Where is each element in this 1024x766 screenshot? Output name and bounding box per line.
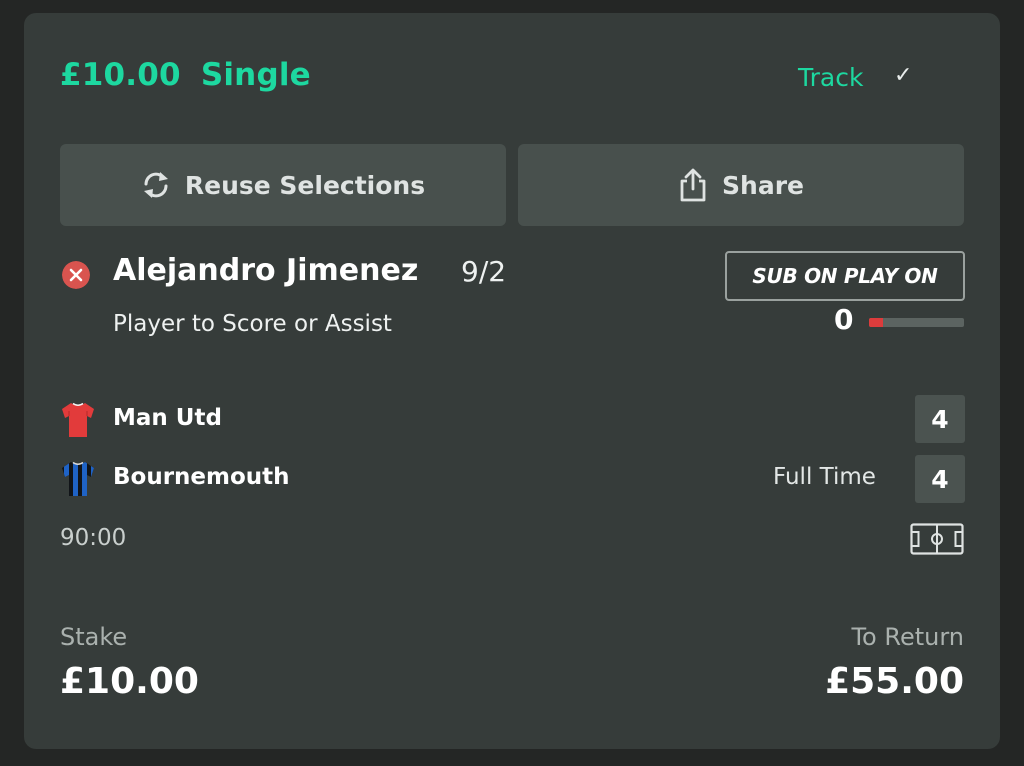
home-team-name: Man Utd bbox=[113, 405, 222, 431]
close-icon bbox=[62, 261, 90, 289]
away-score: 4 bbox=[915, 455, 965, 503]
away-team-name: Bournemouth bbox=[113, 464, 290, 490]
sub-on-play-on-badge[interactable]: SUB ON PLAY ON bbox=[725, 251, 965, 301]
progress-count: 0 bbox=[834, 303, 854, 336]
track-button[interactable]: Track bbox=[798, 63, 863, 92]
share-button[interactable]: Share bbox=[518, 144, 964, 226]
progress-bar bbox=[869, 318, 964, 327]
kit-striped-blue-black-icon bbox=[62, 461, 94, 496]
bet-title: £10.00 Single bbox=[60, 57, 311, 93]
bet-stake-amount: £10.00 bbox=[60, 57, 181, 93]
check-icon: ✓ bbox=[894, 63, 913, 88]
to-return-value: £55.00 bbox=[825, 661, 964, 702]
market-name: Player to Score or Assist bbox=[113, 311, 392, 337]
reuse-selections-button[interactable]: Reuse Selections bbox=[60, 144, 506, 226]
match-clock: 90:00 bbox=[60, 525, 127, 551]
kit-red-icon bbox=[62, 402, 94, 437]
progress-fill bbox=[869, 318, 884, 327]
stake-label: Stake bbox=[60, 623, 128, 651]
match-status: Full Time bbox=[773, 464, 876, 490]
refresh-icon bbox=[143, 172, 168, 198]
stake-value: £10.00 bbox=[60, 661, 199, 702]
selection-name: Alejandro Jimenez bbox=[113, 253, 419, 288]
bet-card: £10.00 Single Track ✓ Reuse Selections Sh… bbox=[24, 13, 1000, 749]
selection-odds: 9/2 bbox=[461, 255, 507, 288]
to-return-label: To Return bbox=[851, 623, 964, 651]
share-icon bbox=[680, 168, 706, 202]
home-score: 4 bbox=[915, 395, 965, 443]
reuse-selections-label: Reuse Selections bbox=[184, 170, 426, 200]
share-label: Share bbox=[722, 170, 804, 200]
bet-type: Single bbox=[200, 57, 311, 93]
pitch-icon[interactable] bbox=[910, 523, 964, 555]
